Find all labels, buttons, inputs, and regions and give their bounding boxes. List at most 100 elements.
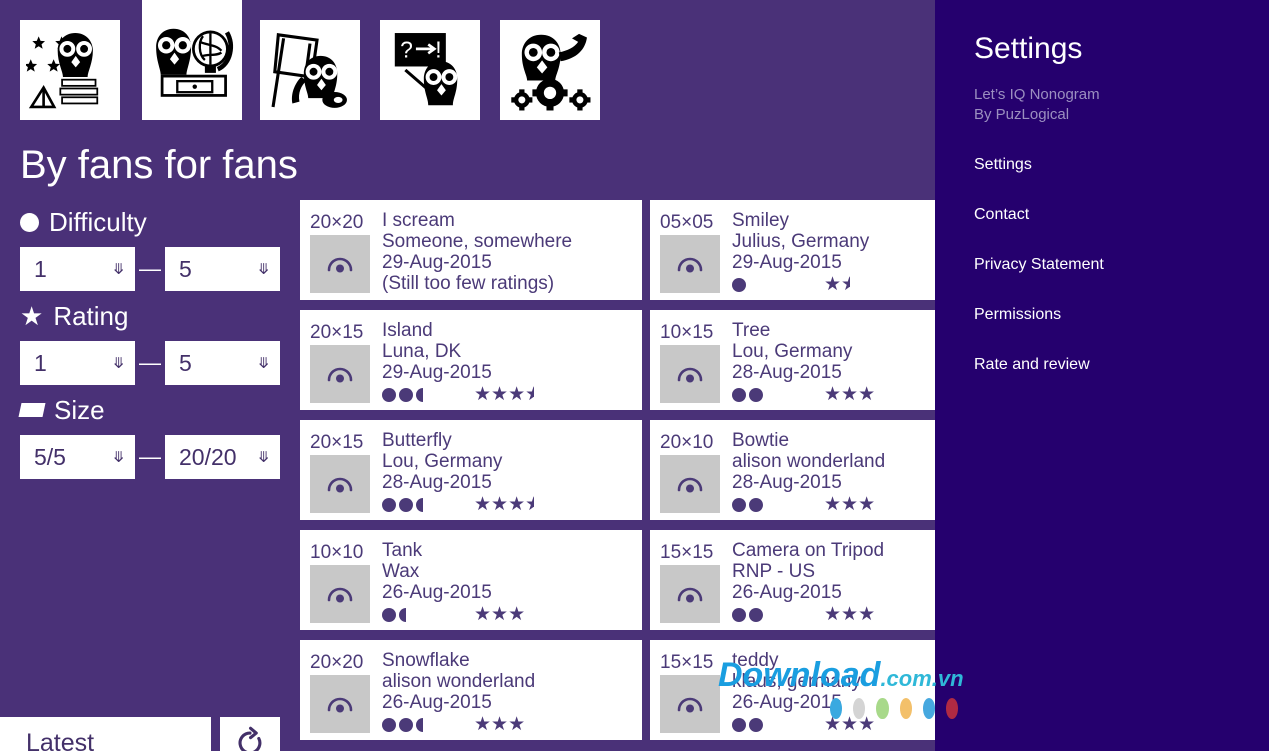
chevron-down-icon: ⤋	[257, 354, 270, 372]
puzzle-card[interactable]: 20×10 Bowtie alison wonderland 28-Aug-2015 ★…	[650, 420, 935, 520]
puzzle-card-title: Island	[382, 320, 433, 341]
puzzle-card-title: Camera on Tripod	[732, 540, 885, 561]
puzzle-card-size: 05×05	[660, 212, 714, 233]
puzzle-card-body: Bowtie alison wonderland 28-Aug-2015 ★ ★ ★	[732, 430, 929, 515]
thumbnail-owl-painting-at-easel[interactable]	[260, 20, 360, 120]
rating-star: ★	[491, 384, 509, 405]
thumbnail-owl-with-books-and-stars[interactable]	[20, 20, 120, 120]
puzzle-card-author: alison wonderland	[382, 671, 536, 692]
puzzle-card-date: 26-Aug-2015	[732, 582, 842, 603]
settings-panel: Settings Let’s IQ Nonogram By PuzLogical…	[935, 0, 1269, 751]
filter-rating-label: Rating	[53, 300, 129, 331]
rating-star: ★	[491, 714, 509, 735]
puzzle-card-body: I scream Someone, somewhere 29-Aug-2015 (St…	[382, 210, 636, 294]
svg-text:?: ?	[400, 37, 413, 63]
loading-arc-icon	[677, 697, 703, 713]
puzzle-card-date: 28-Aug-2015	[732, 362, 842, 383]
svg-text:!: !	[435, 37, 441, 63]
settings-link-privacy-statement[interactable]: Privacy Statement	[974, 255, 1234, 305]
puzzle-card[interactable]: 05×05 Smiley Julius, Germany 29-Aug-2015 ★	[650, 200, 935, 300]
thumbnail-owl-with-wrench-and-gears[interactable]	[500, 20, 600, 120]
rating-star-half	[525, 385, 543, 404]
puzzle-card-thumbnail	[310, 345, 370, 403]
difficulty-dot-half	[416, 497, 430, 512]
rating-star: ★	[841, 714, 859, 735]
puzzle-card[interactable]: 10×10 Tank Wax 26-Aug-2015 ★ ★ ★	[300, 530, 642, 630]
difficulty-dot	[382, 387, 396, 402]
puzzle-card-title: Bowtie	[732, 430, 790, 451]
rating-star: ★	[824, 714, 842, 735]
puzzle-card-date: 26-Aug-2015	[382, 582, 492, 603]
difficulty-dot	[732, 607, 746, 622]
puzzle-card-meta: ★ ★ ★	[732, 494, 929, 515]
thumbnail-strip: ? !	[0, 0, 935, 125]
puzzle-card-difficulty	[382, 607, 474, 622]
difficulty-dot	[399, 497, 413, 512]
puzzle-card-body: Tank Wax 26-Aug-2015 ★ ★ ★	[382, 540, 636, 625]
size-max-select[interactable]: 20/20 ⤋	[165, 435, 280, 479]
puzzle-card[interactable]: 20×20 I scream Someone, somewhere 29-Aug-20…	[300, 200, 642, 300]
settings-link-rate-and-review[interactable]: Rate and review	[974, 355, 1234, 405]
rating-star: ★	[858, 714, 876, 735]
loading-arc-icon	[677, 257, 703, 273]
rating-max-select[interactable]: 5 ⤋	[165, 341, 280, 385]
puzzle-card-rating: ★ ★ ★	[824, 715, 875, 734]
puzzle-card-body: Camera on Tripod RNP - US 26-Aug-2015 ★ ★ ★	[732, 540, 929, 625]
puzzle-card-rating: ★ ★ ★	[824, 605, 875, 624]
rating-range-separator: —	[139, 350, 161, 375]
settings-link-contact[interactable]: Contact	[974, 205, 1234, 255]
puzzle-card-meta: ★ ★ ★	[382, 384, 636, 405]
owl-painting-at-easel-icon	[271, 33, 347, 108]
puzzle-card-author: Luna, DK	[382, 341, 462, 362]
puzzle-card-difficulty	[382, 717, 474, 732]
puzzle-card[interactable]: 10×15 Tree Lou, Germany 28-Aug-2015 ★ ★ ★	[650, 310, 935, 410]
difficulty-max-select[interactable]: 5 ⤋	[165, 247, 280, 291]
puzzle-card-thumbnail	[660, 565, 720, 623]
puzzle-card[interactable]: 15×15 Camera on Tripod RNP - US 26-Aug-2015…	[650, 530, 935, 630]
puzzle-card[interactable]: 15×15 teddy klaus, germany 26-Aug-2015 ★ ★ ★	[650, 640, 935, 740]
filter-size-header: Size	[18, 393, 280, 427]
difficulty-dot	[382, 607, 396, 622]
puzzle-card-meta: ★ ★ ★	[732, 384, 929, 405]
puzzle-card-difficulty	[732, 277, 824, 292]
puzzle-card-author: Lou, Germany	[732, 341, 853, 362]
filter-difficulty-label: Difficulty	[49, 206, 147, 237]
filter-difficulty-header: Difficulty	[20, 205, 280, 239]
rating-star-half	[525, 495, 543, 514]
puzzle-card[interactable]: 20×15 Butterfly Lou, Germany 28-Aug-2015 ★ ★ ★	[300, 420, 642, 520]
settings-link-settings[interactable]: Settings	[974, 155, 1234, 205]
puzzle-card-title: Butterfly	[382, 430, 452, 451]
size-min-select[interactable]: 5/5 ⤋	[20, 435, 135, 479]
puzzle-card-thumbnail	[310, 235, 370, 293]
rating-star: ★	[841, 604, 859, 625]
puzzle-card-body: teddy klaus, germany 26-Aug-2015 ★ ★ ★	[732, 650, 929, 735]
sort-select[interactable]: Latest	[0, 717, 211, 751]
rating-min-select[interactable]: 1 ⤋	[20, 341, 135, 385]
difficulty-dot	[749, 387, 763, 402]
puzzle-card-author: Someone, somewhere	[382, 231, 573, 252]
rating-star: ★	[858, 384, 876, 405]
difficulty-dot-half	[416, 387, 430, 402]
difficulty-dot	[732, 497, 746, 512]
star-icon: ★	[20, 301, 44, 331]
thumbnail-owl-at-blackboard[interactable]: ? !	[380, 20, 480, 120]
puzzle-card-date: 28-Aug-2015	[732, 472, 842, 493]
puzzle-card[interactable]: 20×20 Snowflake alison wonderland 26-Aug-20…	[300, 640, 642, 740]
chevron-down-icon: ⤋	[257, 260, 270, 278]
puzzle-card-date: 29-Aug-2015	[382, 252, 492, 273]
difficulty-range-separator: —	[139, 256, 161, 281]
refresh-button[interactable]	[220, 717, 280, 751]
loading-arc-icon	[327, 477, 353, 493]
puzzle-card-size: 15×15	[660, 652, 714, 673]
filter-size: Size 5/5 ⤋ — 20/20 ⤋	[18, 393, 280, 479]
difficulty-max-value: 5	[179, 255, 192, 282]
puzzle-card[interactable]: 20×15 Island Luna, DK 29-Aug-2015 ★ ★ ★	[300, 310, 642, 410]
settings-link-permissions[interactable]: Permissions	[974, 305, 1234, 355]
rating-star: ★	[474, 714, 492, 735]
puzzle-card-size: 15×15	[660, 542, 714, 563]
difficulty-min-select[interactable]: 1 ⤋	[20, 247, 135, 291]
puzzle-card-author: Lou, Germany	[382, 451, 503, 472]
thumbnail-owl-with-globe[interactable]	[142, 0, 242, 120]
puzzle-card-size: 20×15	[310, 432, 364, 453]
loading-arc-icon	[327, 697, 353, 713]
